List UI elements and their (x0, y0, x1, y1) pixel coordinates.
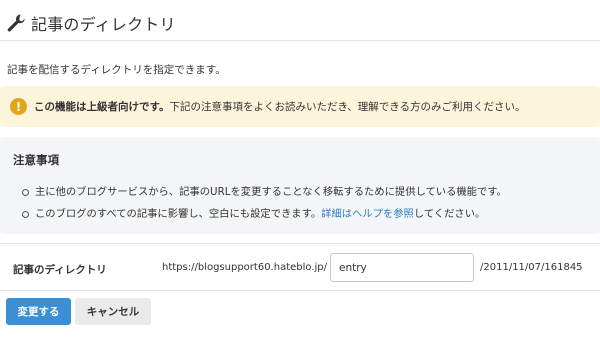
setting-divider-bottom (0, 290, 600, 291)
bullet-icon (22, 188, 29, 196)
intro-text: 記事を配信するディレクトリを指定できます。 (7, 64, 226, 76)
notes-list: 主に他のブログサービスから、記事のURLを変更することなく移転するために提供して… (22, 181, 507, 225)
list-item: このブログのすべての記事に影響し、空白にも設定できます。 詳細はヘルプを参照 してく… (22, 203, 507, 225)
note-text-suffix: してください。 (413, 208, 486, 220)
directory-label: 記事のディレクトリ (13, 264, 107, 276)
notes-panel: 注意事項 主に他のブログサービスから、記事のURLを変更することなく移転するため… (0, 137, 600, 234)
warning-strong-text: この機能は上級者向けです。 (34, 101, 170, 113)
bullet-icon (22, 210, 29, 218)
url-suffix: /2011/11/07/161845 (480, 262, 583, 273)
warning-body-text: 下記の注意事項をよくお読みいただき、理解できる方のみご利用ください。 (169, 101, 526, 113)
header-divider (0, 40, 600, 41)
list-item: 主に他のブログサービスから、記事のURLを変更することなく移転するために提供して… (22, 181, 507, 203)
url-prefix: https://blogsupport60.hateblo.jp/ (162, 262, 328, 273)
wrench-icon (7, 14, 25, 32)
submit-button[interactable]: 変更する (6, 298, 71, 325)
note-text: このブログのすべての記事に影響し、空白にも設定できます。 (35, 208, 322, 220)
warning-banner: ! この機能は上級者向けです。下記の注意事項をよくお読みいただき、理解できる方の… (0, 86, 600, 127)
notes-title: 注意事項 (13, 153, 59, 167)
cancel-button[interactable]: キャンセル (75, 298, 151, 325)
setting-divider-top (0, 243, 600, 244)
warning-message: この機能は上級者向けです。下記の注意事項をよくお読みいただき、理解できる方のみご… (34, 99, 526, 114)
page-header: 記事のディレクトリ (6, 11, 176, 35)
exclamation-icon: ! (10, 98, 27, 115)
directory-input[interactable] (330, 253, 474, 282)
note-text: 主に他のブログサービスから、記事のURLを変更することなく移転するために提供して… (35, 186, 507, 198)
help-link[interactable]: 詳細はヘルプを参照 (321, 203, 414, 225)
page-title: 記事のディレクトリ (31, 15, 176, 34)
